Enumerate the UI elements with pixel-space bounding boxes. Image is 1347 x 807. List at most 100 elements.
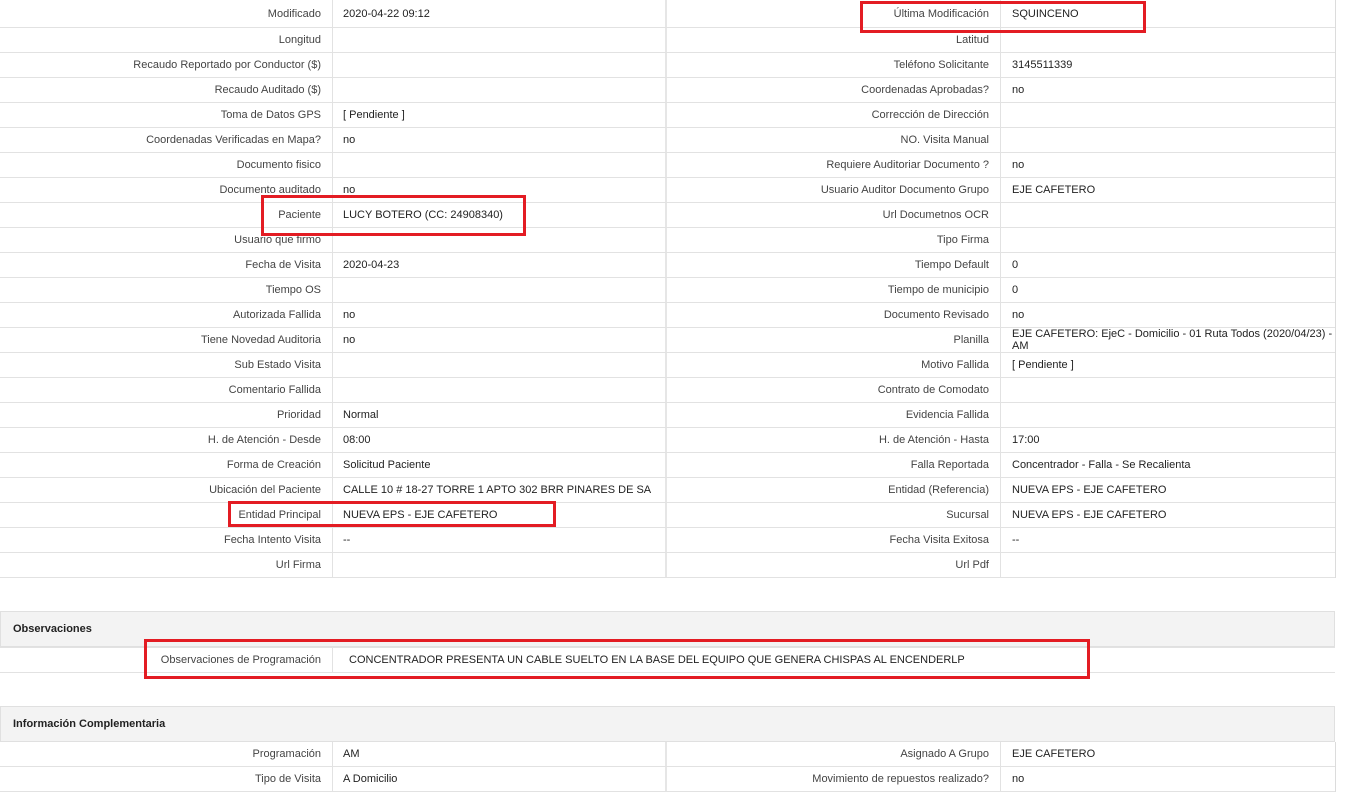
field-value[interactable]: [ Pendiente ] — [1001, 353, 1335, 377]
detail-row: Recaudo Reportado por Conductor ($) Teléf… — [0, 53, 1335, 78]
field-label: Tiempo Default — [667, 253, 1001, 277]
field-value: EJE CAFETERO: EjeC - Domicilio - 01 Ruta… — [1012, 328, 1333, 352]
visit-detail-grid: Modificado 2020-04-22 09:12 Última Modific… — [0, 0, 1336, 578]
detail-row: Programación AM Asignado A Grupo EJE CAFETE… — [0, 742, 1335, 767]
field-label: Prioridad — [0, 403, 333, 427]
detail-row: Forma de Creación Solicitud Paciente Falla… — [0, 453, 1335, 478]
field-label: Teléfono Solicitante — [667, 53, 1001, 77]
detail-row: H. de Atención - Desde 08:00 H. de Atenció… — [0, 428, 1335, 453]
field-value[interactable]: [ Pendiente ] — [333, 103, 667, 127]
detail-row: Ubicación del Paciente CALLE 10 # 18-27 T… — [0, 478, 1335, 503]
field-label: H. de Atención - Hasta — [667, 428, 1001, 452]
field-value — [1001, 128, 1335, 152]
field-label: Última Modificación — [667, 0, 1001, 27]
field-value: -- — [333, 528, 667, 552]
field-label: Requiere Auditoriar Documento ? — [667, 153, 1001, 177]
field-value: A Domicilio — [333, 767, 667, 791]
field-label: Recaudo Reportado por Conductor ($) — [0, 53, 333, 77]
field-label: Coordenadas Verificadas en Mapa? — [0, 128, 333, 152]
field-label: Asignado A Grupo — [667, 742, 1001, 766]
field-value: no — [1012, 159, 1025, 171]
detail-row: Documento auditado no Usuario Auditor Docu… — [0, 178, 1335, 203]
field-value — [1001, 553, 1335, 577]
field-value: NUEVA EPS - EJE CAFETERO — [333, 503, 667, 527]
field-label: Tiempo de municipio — [667, 278, 1001, 302]
field-label: Tiene Novedad Auditoria — [0, 328, 333, 352]
field-value: -- — [1012, 534, 1020, 546]
field-label: Falla Reportada — [667, 453, 1001, 477]
field-label: Tipo Firma — [667, 228, 1001, 252]
field-label: Entidad Principal — [0, 503, 333, 527]
field-value — [333, 553, 667, 577]
detail-row: Recaudo Auditado ($) Coordenadas Aprobada… — [0, 78, 1335, 103]
field-value: 17:00 — [1012, 434, 1040, 446]
field-label: Tiempo OS — [0, 278, 333, 302]
field-value: 2020-04-23 — [333, 253, 667, 277]
detail-row: Modificado 2020-04-22 09:12 Última Modific… — [0, 0, 1335, 28]
detail-row: Autorizada Fallida no Documento Revisado no — [0, 303, 1335, 328]
field-value — [333, 353, 667, 377]
detail-row: Fecha Intento Visita -- Fecha Visita Exito… — [0, 528, 1335, 553]
field-label: Sub Estado Visita — [0, 353, 333, 377]
field-label: Documento fisico — [0, 153, 333, 177]
field-value: EJE CAFETERO — [1012, 184, 1096, 196]
field-label: Url Documetnos OCR — [667, 203, 1001, 227]
field-value: 08:00 — [333, 428, 667, 452]
field-label: Usuario Auditor Documento Grupo — [667, 178, 1001, 202]
complementaria-section-header: Información Complementaria — [0, 706, 1335, 742]
field-value: 0 — [1012, 259, 1019, 271]
field-value — [1001, 28, 1335, 52]
detail-row: Comentario Fallida Contrato de Comodato — [0, 378, 1335, 403]
field-label: Usuario que firmo — [0, 228, 333, 252]
field-value: 0 — [1012, 284, 1019, 296]
detail-row: Tiene Novedad Auditoria no Planilla EJE CAF… — [0, 328, 1335, 353]
field-label: Autorizada Fallida — [0, 303, 333, 327]
field-value — [333, 153, 667, 177]
field-value: no — [1012, 773, 1025, 785]
field-label: Toma de Datos GPS — [0, 103, 333, 127]
field-label: Corrección de Dirección — [667, 103, 1001, 127]
field-value: CALLE 10 # 18-27 TORRE 1 APTO 302 BRR PI… — [333, 478, 667, 502]
detail-row: Tipo de Visita A Domicilio Movimiento de r… — [0, 767, 1335, 792]
field-value: Solicitud Paciente — [333, 453, 667, 477]
field-value — [333, 78, 667, 102]
detail-row: Longitud Latitud — [0, 28, 1335, 53]
detail-row: Sub Estado Visita Motivo Fallida[ Pendien… — [0, 353, 1335, 378]
field-label: Url Firma — [0, 553, 333, 577]
field-value: AM — [333, 742, 667, 766]
field-label: Latitud — [667, 28, 1001, 52]
field-value: LUCY BOTERO (CC: 24908340) — [333, 203, 667, 227]
field-label: NO. Visita Manual — [667, 128, 1001, 152]
field-value — [1001, 103, 1335, 127]
field-label: Contrato de Comodato — [667, 378, 1001, 402]
field-label: Documento auditado — [0, 178, 333, 202]
field-label: Motivo Fallida — [667, 353, 1001, 377]
field-value — [1001, 228, 1335, 252]
field-value — [333, 28, 667, 52]
observaciones-value: CONCENTRADOR PRESENTA UN CABLE SUELTO EN… — [349, 654, 965, 666]
field-value — [333, 278, 667, 302]
observaciones-label: Observaciones de Programación — [0, 648, 333, 672]
field-label: Fecha de Visita — [0, 253, 333, 277]
field-value: 2020-04-22 09:12 — [333, 0, 667, 27]
field-value: no — [1012, 84, 1025, 96]
field-value: no — [333, 303, 667, 327]
field-label: Modificado — [0, 0, 333, 27]
field-value: Concentrador - Falla - Se Recalienta — [1012, 459, 1191, 471]
field-label: Sucursal — [667, 503, 1001, 527]
detail-row: Entidad Principal NUEVA EPS - EJE CAFETER… — [0, 503, 1335, 528]
field-label: Fecha Intento Visita — [0, 528, 333, 552]
field-label: Coordenadas Aprobadas? — [667, 78, 1001, 102]
field-value: Normal — [333, 403, 667, 427]
field-value: NUEVA EPS - EJE CAFETERO — [1012, 509, 1167, 521]
field-value — [333, 228, 667, 252]
field-value — [333, 53, 667, 77]
field-value — [1001, 203, 1335, 227]
field-label: H. de Atención - Desde — [0, 428, 333, 452]
complementaria-grid: Programación AM Asignado A Grupo EJE CAFETE… — [0, 742, 1336, 792]
field-value: no — [333, 128, 667, 152]
observaciones-section-header: Observaciones — [0, 611, 1335, 647]
field-label: Comentario Fallida — [0, 378, 333, 402]
field-label: Longitud — [0, 28, 333, 52]
field-label: Fecha Visita Exitosa — [667, 528, 1001, 552]
